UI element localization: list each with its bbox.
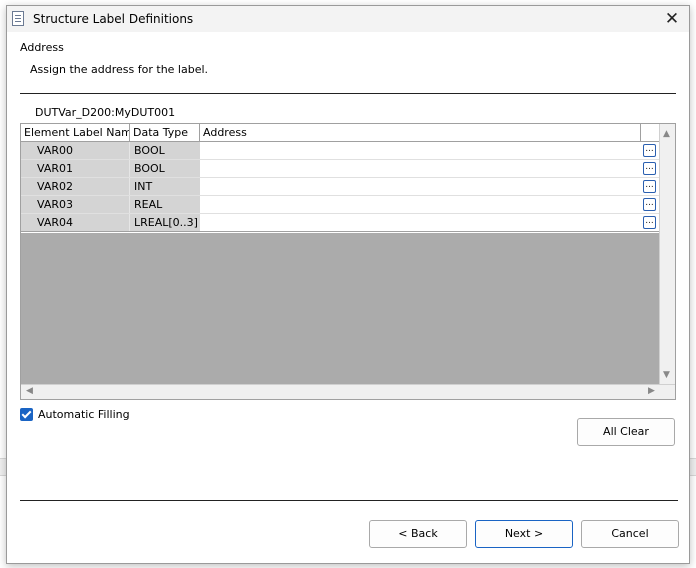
vertical-scrollbar[interactable]: ▲ ▼: [659, 124, 675, 384]
cancel-button[interactable]: Cancel: [581, 520, 679, 548]
data-type-cell: INT: [130, 178, 200, 195]
table-row: VAR01 BOOL ...: [21, 160, 659, 178]
title-bar: Structure Label Definitions ✕: [7, 6, 689, 32]
automatic-filling-checkbox[interactable]: [20, 408, 33, 421]
next-button[interactable]: Next >: [475, 520, 573, 548]
address-cell[interactable]: [200, 196, 659, 213]
page-heading: Address: [20, 41, 64, 54]
back-button[interactable]: < Back: [369, 520, 467, 548]
column-header-data-type[interactable]: Data Type: [130, 124, 200, 141]
horizontal-scrollbar[interactable]: ◀ ▶: [21, 384, 675, 399]
data-type-cell: BOOL: [130, 142, 200, 159]
element-label-name-cell: VAR03: [21, 196, 130, 213]
structure-name: DUTVar_D200:MyDUT001: [35, 106, 176, 119]
address-browse-button[interactable]: ...: [643, 216, 656, 229]
close-icon: ✕: [664, 9, 680, 29]
address-cell[interactable]: [200, 178, 659, 195]
address-browse-button[interactable]: ...: [643, 162, 656, 175]
table-row: VAR00 BOOL ...: [21, 142, 659, 160]
structure-label-dialog: Structure Label Definitions ✕ Address As…: [6, 5, 690, 564]
column-header-address[interactable]: Address: [200, 124, 641, 141]
element-label-name-cell: VAR01: [21, 160, 130, 177]
grid-empty-area: [21, 233, 659, 384]
table-row: VAR03 REAL ...: [21, 196, 659, 214]
page-description: Assign the address for the label.: [30, 63, 209, 76]
data-type-cell: LREAL[0..3]: [130, 214, 200, 231]
table-row: VAR02 INT ...: [21, 178, 659, 196]
all-clear-button[interactable]: All Clear: [577, 418, 675, 446]
address-cell[interactable]: [200, 160, 659, 177]
automatic-filling-label: Automatic Filling: [38, 408, 130, 421]
scroll-left-icon[interactable]: ◀: [26, 386, 33, 396]
close-button[interactable]: ✕: [661, 8, 683, 30]
element-label-name-cell: VAR02: [21, 178, 130, 195]
address-browse-button[interactable]: ...: [643, 144, 656, 157]
element-label-name-cell: VAR04: [21, 214, 130, 231]
footer-divider: [20, 500, 678, 501]
address-cell[interactable]: [200, 142, 659, 159]
element-label-name-cell: VAR00: [21, 142, 130, 159]
header-divider: [20, 93, 676, 94]
data-type-cell: REAL: [130, 196, 200, 213]
scroll-up-icon[interactable]: ▲: [663, 129, 670, 139]
grid-header: Element Label Name Data Type Address: [21, 124, 659, 142]
dialog-title: Structure Label Definitions: [33, 12, 194, 26]
address-browse-button[interactable]: ...: [643, 180, 656, 193]
address-browse-button[interactable]: ...: [643, 198, 656, 211]
data-type-cell: BOOL: [130, 160, 200, 177]
column-header-element-label-name[interactable]: Element Label Name: [21, 124, 130, 141]
address-grid: Element Label Name Data Type Address VAR…: [20, 123, 676, 400]
table-row: VAR04 LREAL[0..3] ...: [21, 214, 659, 232]
document-icon: [12, 11, 24, 26]
scroll-right-icon[interactable]: ▶: [648, 386, 655, 396]
address-cell[interactable]: [200, 214, 659, 231]
column-header-button: [641, 124, 659, 141]
scroll-down-icon[interactable]: ▼: [663, 370, 670, 380]
